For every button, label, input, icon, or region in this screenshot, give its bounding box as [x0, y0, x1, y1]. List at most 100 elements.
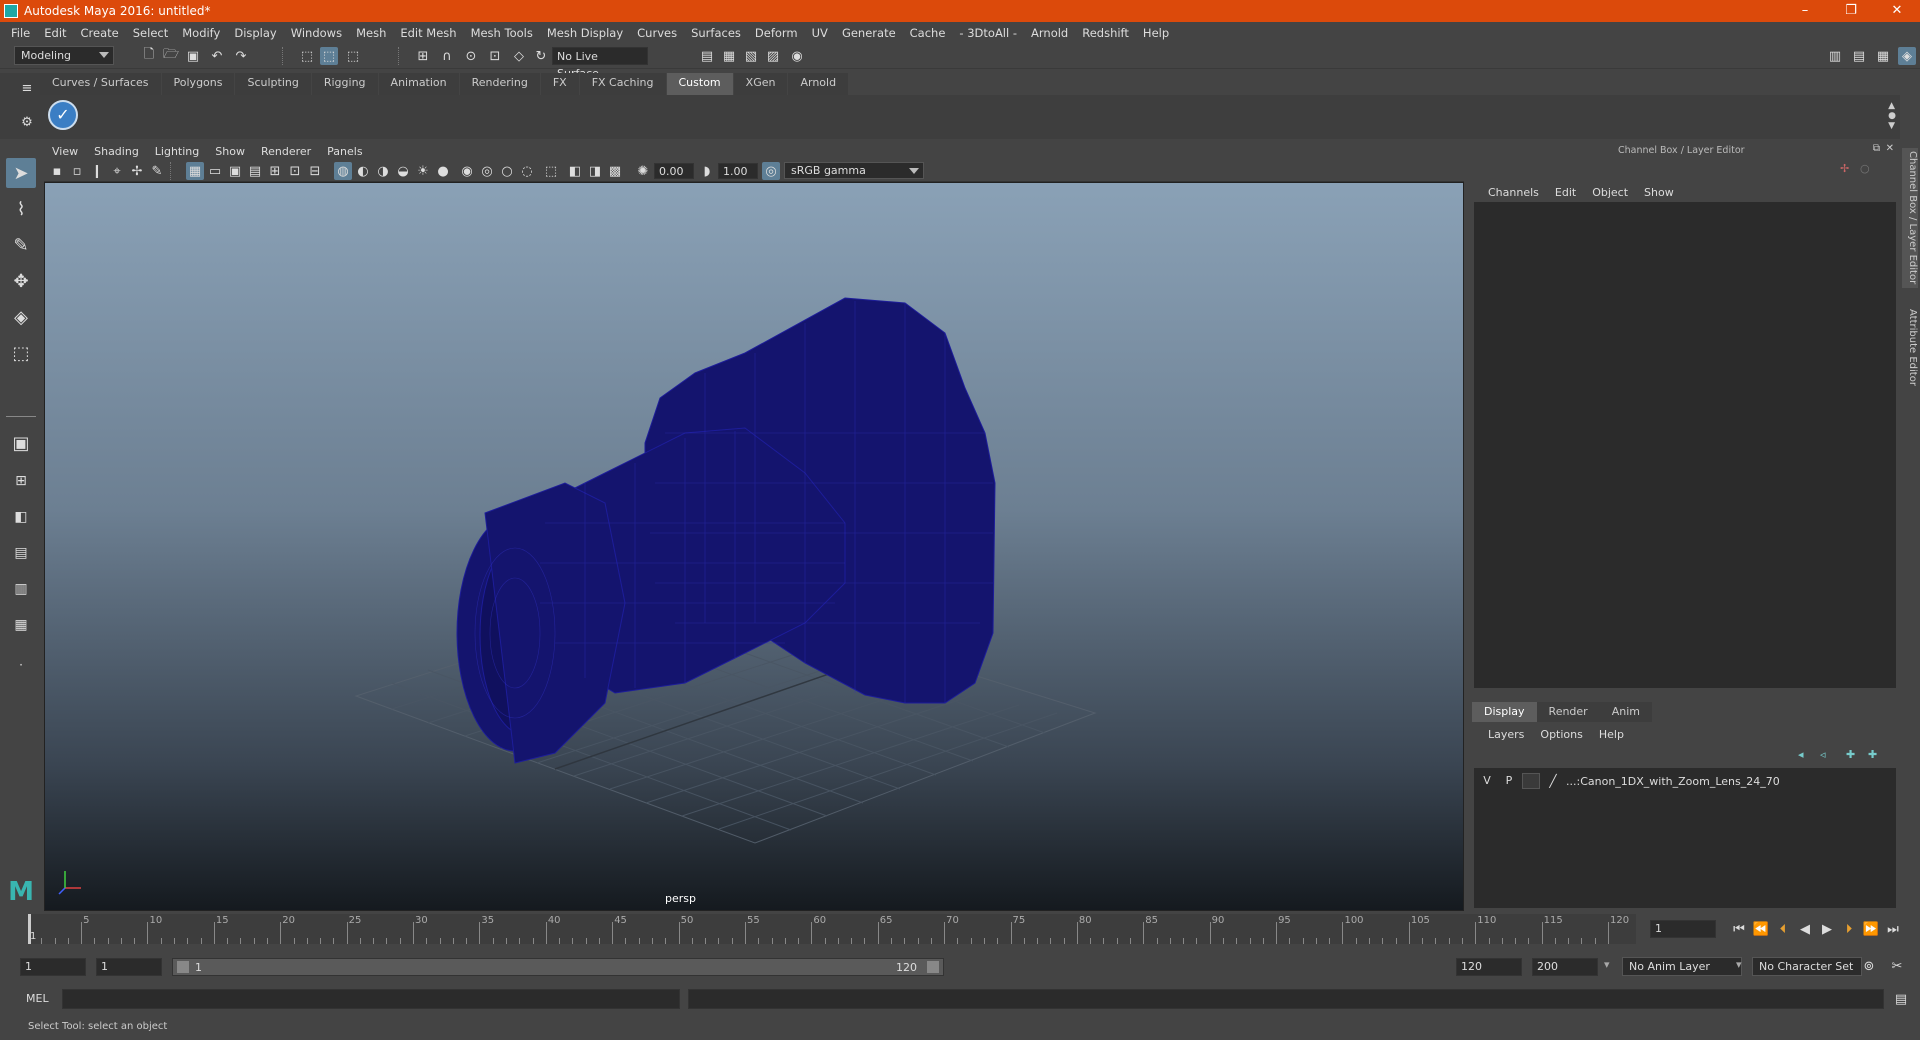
- menu-generate[interactable]: Generate: [835, 26, 903, 40]
- perspective-viewport[interactable]: persp: [44, 182, 1464, 911]
- save-scene-icon[interactable]: ▣: [184, 47, 202, 65]
- menu-create[interactable]: Create: [74, 26, 126, 40]
- command-input[interactable]: [62, 989, 680, 1009]
- close-button[interactable]: ✕: [1874, 0, 1920, 22]
- shelf-scroll-arrows[interactable]: ▲ ● ▼: [1888, 101, 1896, 131]
- render-frame-icon[interactable]: ▦: [720, 47, 738, 65]
- channel-box-menu-channels[interactable]: Channels: [1480, 186, 1547, 199]
- move-layer-up-icon[interactable]: ◂: [1798, 748, 1804, 761]
- menu-uv[interactable]: UV: [805, 26, 835, 40]
- more-layouts-icon[interactable]: ·: [6, 650, 36, 680]
- safe-action-icon[interactable]: ⊡: [286, 162, 304, 180]
- open-scene-icon[interactable]: 🗁: [162, 47, 180, 65]
- shelf-settings-icon[interactable]: ⚙: [18, 113, 36, 131]
- snap-grid-icon[interactable]: ⊞: [414, 47, 432, 65]
- new-scene-icon[interactable]: 🗋: [140, 47, 158, 65]
- move-tool-icon[interactable]: ✥: [6, 266, 36, 296]
- viewport-menu-view[interactable]: View: [44, 145, 86, 158]
- resolution-gate-icon[interactable]: ▣: [226, 162, 244, 180]
- menu-surfaces[interactable]: Surfaces: [684, 26, 748, 40]
- camera-model-wireframe[interactable]: [456, 297, 996, 764]
- move-layer-down-icon[interactable]: ◃: [1820, 748, 1826, 761]
- tab-channel-box-layer-editor[interactable]: Channel Box / Layer Editor: [1902, 148, 1918, 288]
- camera-select-icon[interactable]: ▪: [48, 162, 66, 180]
- menu-windows[interactable]: Windows: [284, 26, 349, 40]
- float-panel-icon[interactable]: ⧉: [1873, 143, 1880, 154]
- four-view-layout-icon[interactable]: ⊞: [6, 466, 36, 496]
- select-hierarchy-icon[interactable]: ⬚: [298, 47, 316, 65]
- layer-row[interactable]: V P ╱ ...:Canon_1DX_with_Zoom_Lens_24_70: [1478, 772, 1780, 790]
- channel-box-menu-edit[interactable]: Edit: [1547, 186, 1584, 199]
- play-forwards-icon[interactable]: ▶: [1818, 920, 1836, 938]
- tab-attribute-editor[interactable]: Attribute Editor: [1902, 302, 1918, 392]
- isolate-select-icon[interactable]: ⬚: [542, 162, 560, 180]
- outliner-layout-icon[interactable]: ▤: [6, 538, 36, 568]
- layer-name[interactable]: ...:Canon_1DX_with_Zoom_Lens_24_70: [1566, 775, 1780, 788]
- snap-surface-icon[interactable]: ◇: [510, 47, 528, 65]
- redo-icon[interactable]: ↷: [232, 47, 250, 65]
- menu-curves[interactable]: Curves: [630, 26, 684, 40]
- paint-select-icon[interactable]: ✎: [6, 230, 36, 260]
- exposure-field[interactable]: 0.00: [654, 163, 694, 179]
- smooth-shade-icon[interactable]: ◐: [354, 162, 372, 180]
- tab-arnold[interactable]: Arnold: [788, 73, 850, 95]
- attribute-editor-toggle-icon[interactable]: ▤: [1850, 47, 1868, 65]
- layer-visibility-toggle[interactable]: V: [1478, 773, 1496, 789]
- playback-start-field[interactable]: 1: [96, 958, 162, 976]
- go-to-start-icon[interactable]: ⏮: [1730, 920, 1748, 938]
- textured-icon[interactable]: ◒: [394, 162, 412, 180]
- color-management-icon[interactable]: ◎: [762, 162, 780, 180]
- layer-menu-help[interactable]: Help: [1591, 728, 1632, 741]
- anim-layer-dropdown[interactable]: No Anim Layer: [1622, 957, 1742, 976]
- bookmark-icon[interactable]: ❙: [88, 162, 106, 180]
- tab-curves-surfaces[interactable]: Curves / Surfaces: [40, 73, 162, 95]
- axis-display-icon[interactable]: ✢: [1840, 162, 1849, 175]
- tab-anim[interactable]: Anim: [1599, 702, 1652, 722]
- viewport-menu-show[interactable]: Show: [207, 145, 253, 158]
- menu-arnold[interactable]: Arnold: [1024, 26, 1075, 40]
- menu-display[interactable]: Display: [227, 26, 283, 40]
- animation-start-field[interactable]: 1: [20, 958, 86, 976]
- time-slider[interactable]: 5 10 15 20 25 30 35 40 45 50 55 60 65 70 75 80 85 90 95 100…: [28, 914, 1636, 944]
- viewport-menu-renderer[interactable]: Renderer: [253, 145, 319, 158]
- render-view-icon[interactable]: ▨: [764, 47, 782, 65]
- safe-title-icon[interactable]: ⊟: [306, 162, 324, 180]
- menu-edit[interactable]: Edit: [37, 26, 73, 40]
- snap-curve-icon[interactable]: ∩: [438, 47, 456, 65]
- select-component-icon[interactable]: ⬚: [344, 47, 362, 65]
- lasso-tool-icon[interactable]: ⌇: [6, 194, 36, 224]
- tab-sculpting[interactable]: Sculpting: [235, 73, 312, 95]
- tab-custom[interactable]: Custom: [666, 73, 734, 95]
- layer-color-swatch-icon[interactable]: ╱: [1544, 773, 1562, 789]
- screen-space-ao-icon[interactable]: ◉: [458, 162, 476, 180]
- tab-fx-caching[interactable]: FX Caching: [579, 73, 667, 95]
- xray-icon[interactable]: ◧: [566, 162, 584, 180]
- current-frame-field[interactable]: 1: [1650, 920, 1716, 938]
- mode-dropdown[interactable]: Modeling: [14, 46, 114, 65]
- range-end-handle[interactable]: [927, 961, 939, 973]
- grid-toggle-icon[interactable]: ▦: [186, 162, 204, 180]
- tab-render[interactable]: Render: [1536, 702, 1600, 722]
- camera-attributes-icon[interactable]: ▫: [68, 162, 86, 180]
- maximize-button[interactable]: ❐: [1828, 0, 1874, 22]
- layer-playback-toggle[interactable]: P: [1500, 773, 1518, 789]
- mel-label[interactable]: MEL: [26, 992, 49, 1005]
- render-settings-icon[interactable]: ▤: [698, 47, 716, 65]
- menu-modify[interactable]: Modify: [175, 26, 227, 40]
- menu-select[interactable]: Select: [126, 26, 175, 40]
- image-plane-icon[interactable]: ⌖: [108, 162, 126, 180]
- hypershade-layout-icon[interactable]: ▦: [6, 610, 36, 640]
- rotate-tool-icon[interactable]: ◈: [6, 302, 36, 332]
- tab-rendering[interactable]: Rendering: [459, 73, 541, 95]
- snap-rotate-icon[interactable]: ↻: [532, 47, 550, 65]
- minimize-button[interactable]: –: [1782, 0, 1828, 22]
- anti-aliasing-icon[interactable]: ○: [498, 162, 516, 180]
- auto-key-icon[interactable]: ⊚: [1860, 957, 1878, 975]
- tab-fx[interactable]: FX: [540, 73, 580, 95]
- use-all-lights-icon[interactable]: ☀: [414, 162, 432, 180]
- close-panel-icon[interactable]: ✕: [1886, 143, 1894, 154]
- exposure-icon[interactable]: ✺: [634, 162, 652, 180]
- viewport-menu-panels[interactable]: Panels: [319, 145, 370, 158]
- script-editor-icon[interactable]: ▤: [1892, 990, 1910, 1008]
- depth-of-field-icon[interactable]: ◌: [518, 162, 536, 180]
